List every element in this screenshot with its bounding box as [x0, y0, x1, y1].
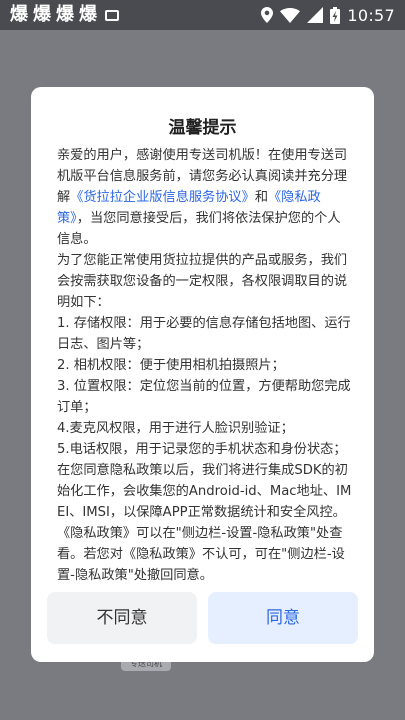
disagree-button[interactable]: 不同意 [47, 592, 197, 644]
dialog-title: 温馨提示 [168, 118, 237, 138]
permission-camera: 2. 相机权限：便于使用相机拍摄照片； [57, 358, 285, 373]
sdk-paragraph: 在您同意隐私政策以后，我们将进行集成SDK的初始化工作，会收集您的Android… [57, 463, 352, 520]
status-bar: 爆 爆 爆 爆 10:57 [0, 0, 405, 30]
service-agreement-link[interactable]: 《货拉拉企业版信息服务协议》 [70, 190, 255, 205]
notification-icon: 爆 [33, 4, 51, 25]
privacy-dialog: 温馨提示 亲爱的用户，感谢使用专送司机版！在使用专送司机版平台信息服务前，请您务… [31, 87, 374, 662]
and-text: 和 [254, 190, 268, 205]
notification-icon: 爆 [56, 4, 74, 25]
settings-paragraph: 《隐私政策》可以在"侧边栏-设置-隐私政策"处查看。若您对《隐私政策》不认可，可… [57, 526, 345, 583]
agree-button[interactable]: 同意 [208, 592, 358, 644]
dialog-body: 亲爱的用户，感谢使用专送司机版！在使用专送司机版平台信息服务前，请您务必认真阅读… [57, 145, 352, 586]
clock: 10:57 [347, 5, 395, 25]
location-icon [261, 7, 274, 23]
permission-location: 3. 位置权限：定位您当前的位置，方便帮助您完成订单； [57, 379, 351, 415]
notification-icon: 爆 [10, 4, 28, 25]
cell-signal-icon [307, 7, 324, 23]
permission-microphone: 4.麦克风权限，用于进行人脸识别验证； [57, 421, 294, 436]
wifi-icon [280, 7, 301, 23]
intro-paragraph: 亲爱的用户，感谢使用专送司机版！在使用专送司机版平台信息服务前，请您务必认真阅读… [57, 145, 352, 250]
notification-icon: 爆 [79, 4, 97, 25]
notification-icons: 爆 爆 爆 爆 [10, 6, 261, 24]
battery-charging-icon [330, 6, 341, 24]
image-icon [105, 9, 119, 21]
permission-phone: 5.电话权限，用于记录您的手机状态和身份状态； [57, 442, 347, 457]
permission-storage: 1. 存储权限：用于必要的信息存储包括地图、运行日志、图片等； [57, 316, 351, 352]
intro-suffix: ，当您同意接受后，我们将依法保护您的个人信息。 [57, 211, 341, 247]
permissions-intro: 为了您能正常使用货拉拉提供的产品或服务，我们会按需获取您设备的一定权限，各权限调… [57, 253, 348, 310]
